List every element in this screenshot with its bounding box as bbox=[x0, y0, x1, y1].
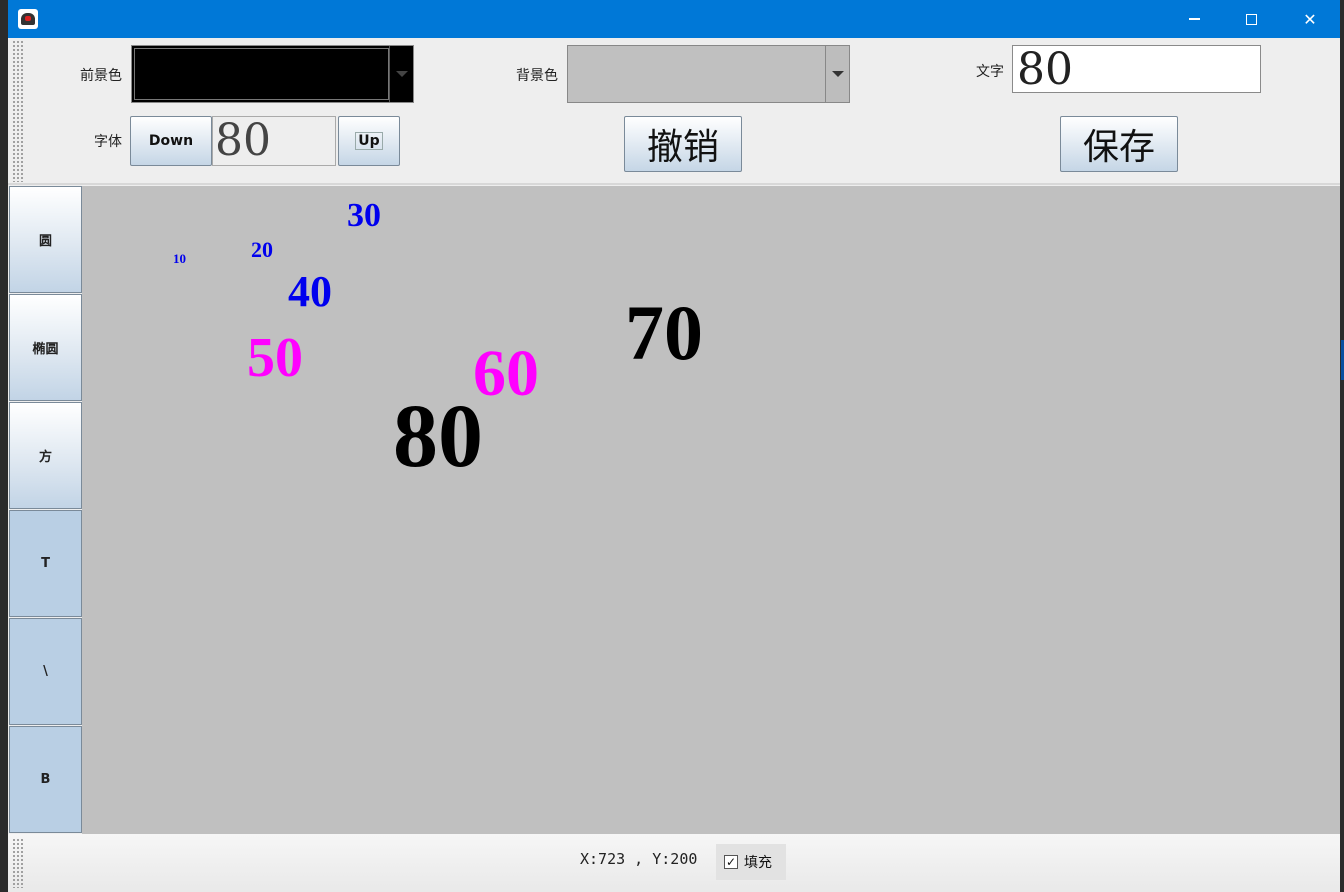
chevron-down-icon bbox=[395, 71, 408, 77]
fill-toggle[interactable]: ✓ 填充 bbox=[716, 844, 786, 880]
toolbar-divider bbox=[8, 183, 1340, 185]
undo-button[interactable]: 撤销 bbox=[624, 116, 742, 172]
maximize-icon bbox=[1245, 13, 1257, 25]
tool-b-button[interactable]: B bbox=[9, 726, 82, 833]
fill-label: 填充 bbox=[744, 855, 772, 871]
tool-palette: 圆 椭圆 方 T \ B bbox=[9, 186, 82, 833]
text-input[interactable] bbox=[1012, 45, 1261, 93]
foreground-color-label: 前景色 bbox=[80, 68, 122, 84]
foreground-color-combo[interactable] bbox=[131, 45, 414, 103]
foreground-dropdown-button[interactable] bbox=[389, 46, 413, 102]
font-up-label: Up bbox=[355, 132, 383, 150]
fill-checkbox[interactable]: ✓ bbox=[724, 855, 738, 869]
app-icon bbox=[18, 9, 38, 29]
font-down-button[interactable]: Down bbox=[130, 116, 212, 166]
canvas-text-20: 20 bbox=[251, 237, 273, 262]
tool-text-button[interactable]: T bbox=[9, 510, 82, 617]
background-color-combo[interactable] bbox=[567, 45, 850, 103]
tool-line-button[interactable]: \ bbox=[9, 618, 82, 725]
canvas-text-70: 70 bbox=[625, 289, 703, 376]
font-label: 字体 bbox=[94, 134, 122, 150]
font-size-field[interactable] bbox=[212, 116, 336, 166]
canvas-text-40: 40 bbox=[288, 267, 332, 316]
close-button[interactable]: ✕ bbox=[1281, 0, 1339, 38]
background-dropdown-button[interactable] bbox=[825, 46, 849, 102]
canvas-text-30: 30 bbox=[347, 197, 381, 234]
font-up-button[interactable]: Up bbox=[338, 116, 400, 166]
paint-window: ✕ 前景色 背景色 文字 字体 Down Up 撤销 保存 圆 椭圆 方 T \… bbox=[8, 0, 1340, 892]
canvas-text-80: 80 bbox=[393, 387, 483, 486]
toolbar-grip[interactable] bbox=[12, 40, 24, 182]
title-bar: ✕ bbox=[8, 0, 1340, 38]
minimize-icon bbox=[1188, 18, 1200, 20]
canvas-text-50: 50 bbox=[247, 327, 303, 389]
save-button[interactable]: 保存 bbox=[1060, 116, 1178, 172]
chevron-down-icon bbox=[831, 71, 844, 77]
canvas-text-10: 10 bbox=[173, 251, 186, 266]
drawing-canvas[interactable]: 10 20 30 40 50 60 70 80 bbox=[82, 186, 1340, 834]
maximize-button[interactable] bbox=[1222, 0, 1280, 38]
text-label: 文字 bbox=[976, 64, 1004, 80]
tool-ellipse-button[interactable]: 椭圆 bbox=[9, 294, 82, 401]
statusbar-grip[interactable] bbox=[12, 838, 24, 888]
close-icon: ✕ bbox=[1303, 9, 1317, 29]
foreground-color-swatch bbox=[134, 48, 389, 100]
minimize-button[interactable] bbox=[1165, 0, 1223, 38]
tool-square-button[interactable]: 方 bbox=[9, 402, 82, 509]
background-color-label: 背景色 bbox=[516, 68, 558, 84]
tool-circle-button[interactable]: 圆 bbox=[9, 186, 82, 293]
cursor-coordinates: X:723 , Y:200 bbox=[580, 850, 698, 868]
